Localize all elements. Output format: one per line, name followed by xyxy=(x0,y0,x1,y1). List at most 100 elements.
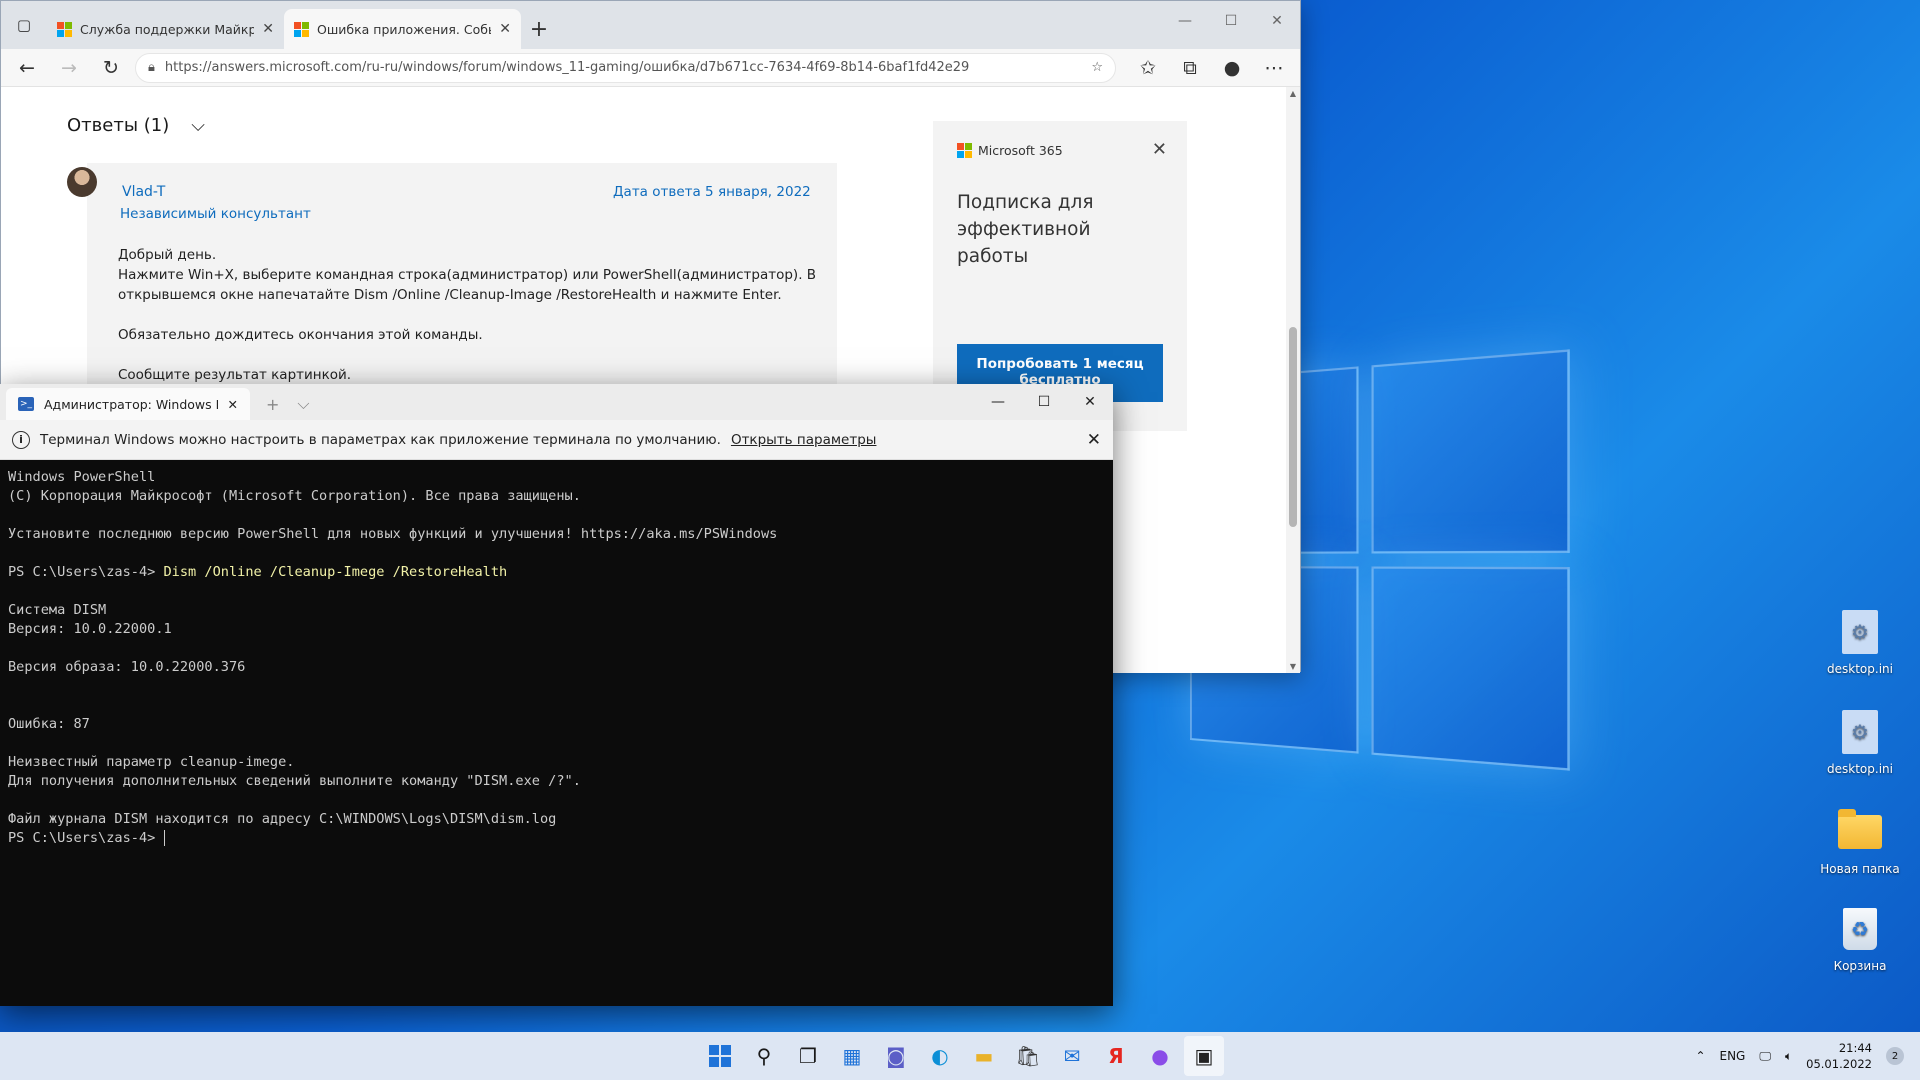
chevron-up-icon[interactable]: ⌃ xyxy=(1695,1049,1705,1063)
avatar[interactable] xyxy=(67,167,97,197)
author-link[interactable]: Vlad-T xyxy=(122,184,165,200)
scroll-up-icon[interactable]: ▲ xyxy=(1286,89,1300,98)
new-tab-button[interactable]: + xyxy=(266,395,279,414)
close-window-button[interactable]: ✕ xyxy=(1254,1,1300,41)
recycle-bin-icon: ♻ xyxy=(1838,905,1882,953)
answer-line: Добрый день. xyxy=(118,245,818,265)
scrollbar-thumb[interactable] xyxy=(1289,327,1297,527)
clock[interactable]: 21:44 05.01.2022 xyxy=(1806,1040,1872,1072)
console-line: (C) Корпорация Майкрософт (Microsoft Cor… xyxy=(8,487,1105,506)
ad-brand-text: Microsoft 365 xyxy=(978,143,1063,158)
tab-microsoft-support[interactable]: Служба поддержки Майкрософт ✕ xyxy=(47,9,284,49)
clock-time: 21:44 xyxy=(1806,1040,1872,1056)
desktop-icon-new-folder[interactable]: Новая папка xyxy=(1818,808,1902,876)
console-line xyxy=(8,639,1105,658)
page-scrollbar[interactable]: ▲ ▼ xyxy=(1286,87,1300,673)
prompt: PS C:\Users\zas-4> xyxy=(8,564,164,580)
widgets-icon[interactable]: ▦ xyxy=(832,1036,872,1076)
answer-body: Добрый день. Нажмите Win+X, выберите ком… xyxy=(118,245,818,385)
terminal-icon[interactable]: ▣ xyxy=(1184,1036,1224,1076)
close-tab-icon[interactable]: ✕ xyxy=(228,397,238,412)
yandex-icon[interactable]: Я xyxy=(1096,1036,1136,1076)
forward-button[interactable]: → xyxy=(51,52,87,84)
author-role: Независимый консультант xyxy=(120,206,311,222)
desktop-icon-recycle-bin[interactable]: ♻ Корзина xyxy=(1818,905,1902,973)
system-tray: ⌃ ENG 🖵︎ 🔈︎ 21:44 05.01.2022 2 xyxy=(1695,1032,1904,1080)
console-command-line: PS C:\Users\zas-4> Dism /Online /Cleanup… xyxy=(8,563,1105,582)
console-line: Версия: 10.0.22000.1 xyxy=(8,620,1105,639)
minimize-button[interactable]: — xyxy=(1162,1,1208,41)
console-line xyxy=(8,582,1105,601)
answer-line: открывшемся окне напечатайте Dism /Onlin… xyxy=(118,285,818,305)
answer-spacer xyxy=(118,345,818,365)
maximize-button[interactable]: ☐ xyxy=(1021,384,1067,420)
file-explorer-icon[interactable]: ▬ xyxy=(964,1036,1004,1076)
tab-label: Служба поддержки Майкрософт xyxy=(80,22,254,37)
console-line: Файл журнала DISM находится по адресу C:… xyxy=(8,810,1105,829)
desktop-icon-label: Корзина xyxy=(1834,959,1887,973)
close-window-button[interactable]: ✕ xyxy=(1067,384,1113,420)
microsoft-logo-icon xyxy=(294,22,309,37)
ad-brand: Microsoft 365 xyxy=(957,143,1063,158)
task-view-icon[interactable]: ❐ xyxy=(788,1036,828,1076)
desktop-icon-desktop-ini-1[interactable]: ⚙ desktop.ini xyxy=(1818,608,1902,676)
terminal-tab-bar: >_ Администратор: Windows PowerShell ✕ +… xyxy=(0,384,1113,420)
settings-file-icon: ⚙ xyxy=(1838,708,1882,756)
close-infobar-icon[interactable]: ✕ xyxy=(1087,430,1101,450)
answers-heading[interactable]: Ответы (1) ⌵ xyxy=(67,115,205,136)
desktop-icon-label: Новая папка xyxy=(1820,862,1899,876)
tab-actions-icon[interactable]: ▢ xyxy=(1,1,47,49)
new-tab-button[interactable]: + xyxy=(521,9,557,49)
network-icon[interactable]: 🖵︎ xyxy=(1759,1049,1771,1064)
console-line xyxy=(8,696,1105,715)
favorites-icon[interactable]: ✩ xyxy=(1130,52,1166,84)
tab-label: Ошибка приложения. Событие xyxy=(317,22,491,37)
maximize-button[interactable]: ☐ xyxy=(1208,1,1254,41)
terminal-output[interactable]: Windows PowerShell (C) Корпорация Майкрос… xyxy=(0,460,1113,856)
console-line: Неизвестный параметр cleanup-imege. xyxy=(8,753,1105,772)
console-line: Установите последнюю версию PowerShell д… xyxy=(8,525,1105,544)
close-tab-icon[interactable]: ✕ xyxy=(262,21,274,37)
info-icon: i xyxy=(12,431,30,449)
volume-icon[interactable]: 🔈︎ xyxy=(1785,1049,1792,1064)
open-settings-link[interactable]: Открыть параметры xyxy=(731,432,877,448)
add-favorite-icon[interactable]: ☆ xyxy=(1091,60,1103,75)
back-button[interactable]: ← xyxy=(9,52,45,84)
desktop-icon-label: desktop.ini xyxy=(1827,662,1893,676)
console-line: Windows PowerShell xyxy=(8,468,1105,487)
console-line: Ошибка: 87 xyxy=(8,715,1105,734)
close-tab-icon[interactable]: ✕ xyxy=(499,21,511,37)
language-indicator[interactable]: ENG xyxy=(1720,1049,1746,1063)
terminal-tab-tools: + ⌵ xyxy=(266,388,310,420)
start-button[interactable] xyxy=(700,1036,740,1076)
close-ad-icon[interactable]: ✕ xyxy=(1152,139,1167,160)
terminal-tab-powershell[interactable]: >_ Администратор: Windows PowerShell ✕ xyxy=(6,388,250,420)
info-text: Терминал Windows можно настроить в парам… xyxy=(40,432,721,448)
scroll-down-icon[interactable]: ▼ xyxy=(1286,662,1300,671)
console-line xyxy=(8,734,1105,753)
chat-icon[interactable]: ◙ xyxy=(876,1036,916,1076)
window-controls: — ☐ ✕ xyxy=(1162,1,1300,41)
desktop-icon-desktop-ini-2[interactable]: ⚙ desktop.ini xyxy=(1818,708,1902,776)
tab-app-error[interactable]: Ошибка приложения. Событие ✕ xyxy=(284,9,521,49)
ad-title: Подписка для эффективной работы xyxy=(957,189,1167,270)
terminal-window-controls: — ☐ ✕ xyxy=(975,384,1113,420)
search-icon[interactable]: ⚲ xyxy=(744,1036,784,1076)
address-bar[interactable]: 🔒︎ https://answers.microsoft.com/ru-ru/w… xyxy=(135,53,1116,83)
answer-date: Дата ответа 5 января, 2022 xyxy=(613,184,811,200)
alice-icon[interactable]: ● xyxy=(1140,1036,1180,1076)
chevron-down-icon[interactable]: ⌵ xyxy=(191,115,205,136)
microsoft-logo-icon xyxy=(57,22,72,37)
answer-line: Обязательно дождитесь окончания этой ком… xyxy=(118,325,818,345)
more-menu-icon[interactable]: ⋯ xyxy=(1256,52,1292,84)
prompt: PS C:\Users\zas-4> xyxy=(8,830,164,846)
collections-icon[interactable]: ⧉ xyxy=(1172,52,1208,84)
profile-avatar-icon[interactable]: ● xyxy=(1214,52,1250,84)
store-icon[interactable]: 🛍︎ xyxy=(1008,1036,1048,1076)
mail-icon[interactable]: ✉ xyxy=(1052,1036,1092,1076)
edge-icon[interactable]: ◐ xyxy=(920,1036,960,1076)
minimize-button[interactable]: — xyxy=(975,384,1021,420)
chevron-down-icon[interactable]: ⌵ xyxy=(297,394,309,414)
notifications-badge[interactable]: 2 xyxy=(1886,1047,1904,1065)
refresh-button[interactable]: ↻ xyxy=(93,52,129,84)
